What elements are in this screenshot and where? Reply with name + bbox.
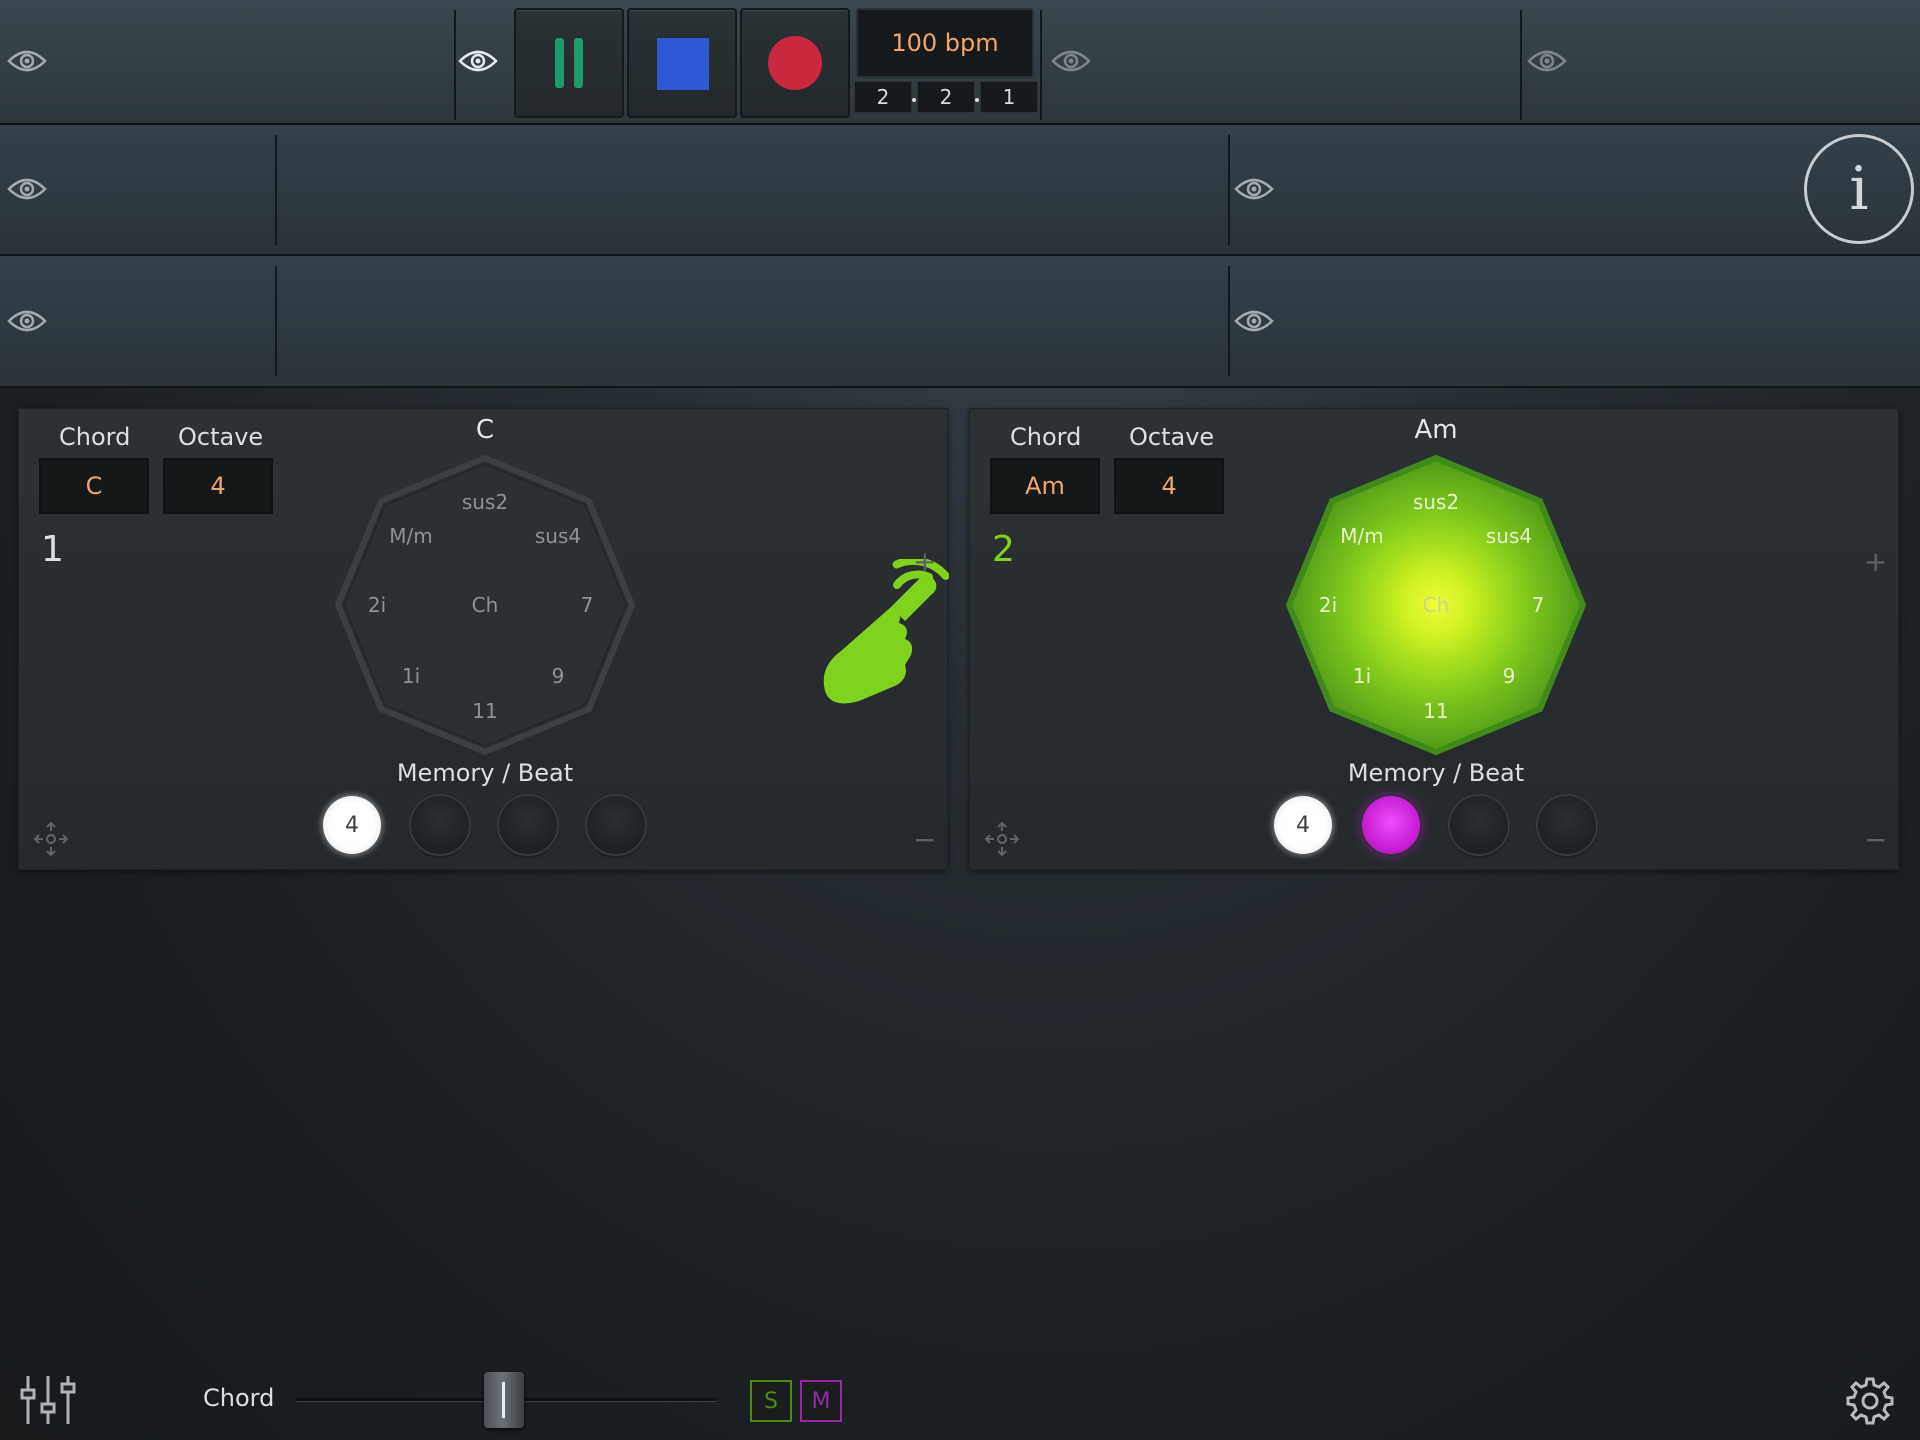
wheel-center[interactable]: Ch bbox=[445, 593, 525, 617]
panel-index: 2 bbox=[992, 529, 1015, 570]
chord-panel-2: Chord Octave Am 4 2 Am sus2 M/m sus4 2i … bbox=[969, 408, 1899, 870]
chord-value[interactable]: C bbox=[39, 458, 149, 514]
wheel-11[interactable]: 11 bbox=[1396, 699, 1476, 723]
divider bbox=[275, 135, 277, 245]
tempo-display[interactable]: 100 bpm bbox=[856, 8, 1034, 78]
wheel-2i[interactable]: 2i bbox=[1288, 593, 1368, 617]
slider-label: Chord bbox=[203, 1384, 275, 1412]
wheel-sus4[interactable]: sus4 bbox=[518, 524, 598, 548]
wheel-1i[interactable]: 1i bbox=[1322, 664, 1402, 688]
eye-icon[interactable] bbox=[1234, 176, 1274, 202]
position-beat[interactable]: 2 bbox=[917, 81, 975, 113]
mixer-icon[interactable] bbox=[20, 1374, 76, 1426]
panel-index: 1 bbox=[41, 529, 64, 570]
stop-button[interactable] bbox=[627, 8, 737, 118]
position-separator bbox=[975, 98, 979, 102]
wheel-9[interactable]: 9 bbox=[1469, 664, 1549, 688]
info-icon: i bbox=[1849, 154, 1869, 224]
remove-button[interactable]: − bbox=[1864, 823, 1887, 856]
mute-button[interactable]: M bbox=[800, 1380, 842, 1422]
memory-slot[interactable] bbox=[587, 796, 645, 854]
info-button[interactable]: i bbox=[1804, 134, 1914, 244]
wheel-sus4[interactable]: sus4 bbox=[1469, 524, 1549, 548]
divider bbox=[1520, 10, 1522, 120]
memory-slot[interactable] bbox=[1362, 796, 1420, 854]
wheel-7[interactable]: 7 bbox=[547, 593, 627, 617]
chord-panel-1: Chord Octave C 4 1 C sus2 M/m sus4 2i Ch… bbox=[18, 408, 949, 870]
wheel-sus2[interactable]: sus2 bbox=[445, 490, 525, 514]
memory-slot[interactable] bbox=[411, 796, 469, 854]
eye-icon[interactable] bbox=[7, 48, 47, 74]
pause-button[interactable] bbox=[514, 8, 624, 118]
eye-icon[interactable] bbox=[1234, 308, 1274, 334]
wheel-9[interactable]: 9 bbox=[518, 664, 598, 688]
remove-button[interactable]: − bbox=[913, 823, 936, 856]
wheel-11[interactable]: 11 bbox=[445, 699, 525, 723]
row-divider bbox=[0, 386, 1920, 388]
divider bbox=[454, 10, 456, 120]
eye-icon[interactable] bbox=[7, 308, 47, 334]
memory-slot[interactable]: 4 bbox=[1274, 796, 1332, 854]
position-bar[interactable]: 2 bbox=[854, 81, 912, 113]
gear-icon[interactable] bbox=[1845, 1376, 1895, 1426]
volume-slider-thumb[interactable] bbox=[484, 1372, 524, 1428]
stop-icon bbox=[657, 38, 709, 90]
position-tick[interactable]: 1 bbox=[980, 81, 1038, 113]
octave-value[interactable]: 4 bbox=[163, 458, 273, 514]
divider bbox=[1228, 135, 1230, 245]
memory-beat-label: Memory / Beat bbox=[1347, 759, 1525, 787]
octave-label: Octave bbox=[1129, 423, 1215, 451]
tap-gesture-icon bbox=[823, 559, 949, 704]
eye-icon[interactable] bbox=[458, 48, 498, 74]
wheel-sus2[interactable]: sus2 bbox=[1396, 490, 1476, 514]
octave-label: Octave bbox=[178, 423, 264, 451]
chord-wheel[interactable]: sus2 M/m sus4 2i Ch 7 1i 9 11 bbox=[1281, 450, 1591, 760]
memory-slot[interactable]: 4 bbox=[323, 796, 381, 854]
memory-slot[interactable] bbox=[1450, 796, 1508, 854]
chord-name: C bbox=[475, 415, 495, 445]
memory-slot[interactable] bbox=[1538, 796, 1596, 854]
wheel-1i[interactable]: 1i bbox=[371, 664, 451, 688]
eye-icon[interactable] bbox=[7, 176, 47, 202]
wheel-major-minor[interactable]: M/m bbox=[1322, 524, 1402, 548]
octave-value[interactable]: 4 bbox=[1114, 458, 1224, 514]
memory-slot[interactable] bbox=[499, 796, 557, 854]
pause-icon bbox=[555, 38, 583, 88]
wheel-2i[interactable]: 2i bbox=[337, 593, 417, 617]
chord-wheel[interactable]: sus2 M/m sus4 2i Ch 7 1i 9 11 bbox=[330, 450, 640, 760]
solo-button[interactable]: S bbox=[750, 1380, 792, 1422]
divider bbox=[1228, 266, 1230, 376]
add-button[interactable]: + bbox=[1864, 545, 1887, 578]
wheel-center[interactable]: Ch bbox=[1396, 593, 1476, 617]
position-separator bbox=[912, 98, 916, 102]
eye-icon[interactable] bbox=[1051, 48, 1091, 74]
memory-beat-label: Memory / Beat bbox=[396, 759, 574, 787]
track-row bbox=[0, 256, 1920, 386]
wheel-7[interactable]: 7 bbox=[1498, 593, 1578, 617]
move-icon[interactable] bbox=[982, 819, 1022, 859]
chord-value[interactable]: Am bbox=[990, 458, 1100, 514]
chord-label: Chord bbox=[1010, 423, 1082, 451]
eye-icon[interactable] bbox=[1527, 48, 1567, 74]
move-icon[interactable] bbox=[31, 819, 71, 859]
divider bbox=[275, 266, 277, 376]
track-row bbox=[0, 125, 1920, 255]
record-button[interactable] bbox=[740, 8, 850, 118]
chord-label: Chord bbox=[59, 423, 131, 451]
record-icon bbox=[768, 36, 822, 90]
chord-name: Am bbox=[1414, 415, 1458, 445]
wheel-major-minor[interactable]: M/m bbox=[371, 524, 451, 548]
divider bbox=[1040, 10, 1042, 120]
add-button[interactable]: + bbox=[913, 545, 936, 578]
